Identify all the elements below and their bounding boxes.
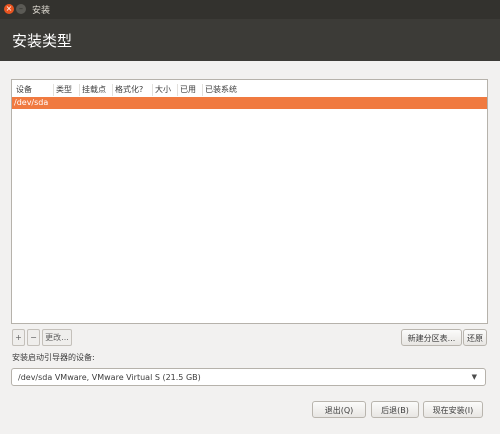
column-header-device[interactable]: 设备	[14, 84, 54, 96]
column-header-installed-os[interactable]: 已装系统	[203, 84, 263, 96]
table-header: 设备 类型 挂载点 格式化? 大小 已用 已装系统	[12, 80, 487, 98]
quit-button[interactable]: 退出(Q)	[312, 401, 366, 418]
column-header-format[interactable]: 格式化?	[113, 84, 153, 96]
minimize-icon[interactable]: –	[16, 4, 26, 14]
column-header-size[interactable]: 大小	[153, 84, 178, 96]
back-button[interactable]: 后退(B)	[371, 401, 419, 418]
partition-table[interactable]: 设备 类型 挂载点 格式化? 大小 已用 已装系统 /dev/sda	[11, 79, 488, 324]
remove-partition-button[interactable]: −	[27, 329, 40, 346]
window-title: 安装	[32, 6, 51, 16]
row-device: /dev/sda	[14, 98, 49, 107]
new-partition-table-button[interactable]: 新建分区表...	[401, 329, 462, 346]
column-header-mountpoint[interactable]: 挂载点	[80, 84, 113, 96]
page-title: 安装类型	[12, 32, 73, 50]
change-partition-button[interactable]: 更改...	[42, 329, 72, 346]
bootloader-device-select[interactable]: /dev/sda VMware, VMware Virtual S (21.5 …	[11, 368, 486, 386]
table-row[interactable]: /dev/sda	[12, 97, 487, 109]
close-icon[interactable]: ×	[4, 4, 14, 14]
add-partition-button[interactable]: +	[12, 329, 25, 346]
install-now-button[interactable]: 现在安装(I)	[423, 401, 483, 418]
main-content: 设备 类型 挂载点 格式化? 大小 已用 已装系统 /dev/sda + − 更…	[0, 61, 500, 434]
window-titlebar: × – 安装	[0, 0, 500, 19]
revert-button[interactable]: 还原	[463, 329, 487, 346]
bootloader-selected-value: /dev/sda VMware, VMware Virtual S (21.5 …	[18, 373, 201, 382]
column-header-type[interactable]: 类型	[54, 84, 80, 96]
chevron-down-icon: ▼	[471, 373, 477, 381]
bootloader-label: 安装启动引导器的设备:	[12, 353, 95, 362]
column-header-used[interactable]: 已用	[178, 84, 203, 96]
page-header: 安装类型	[0, 19, 500, 61]
